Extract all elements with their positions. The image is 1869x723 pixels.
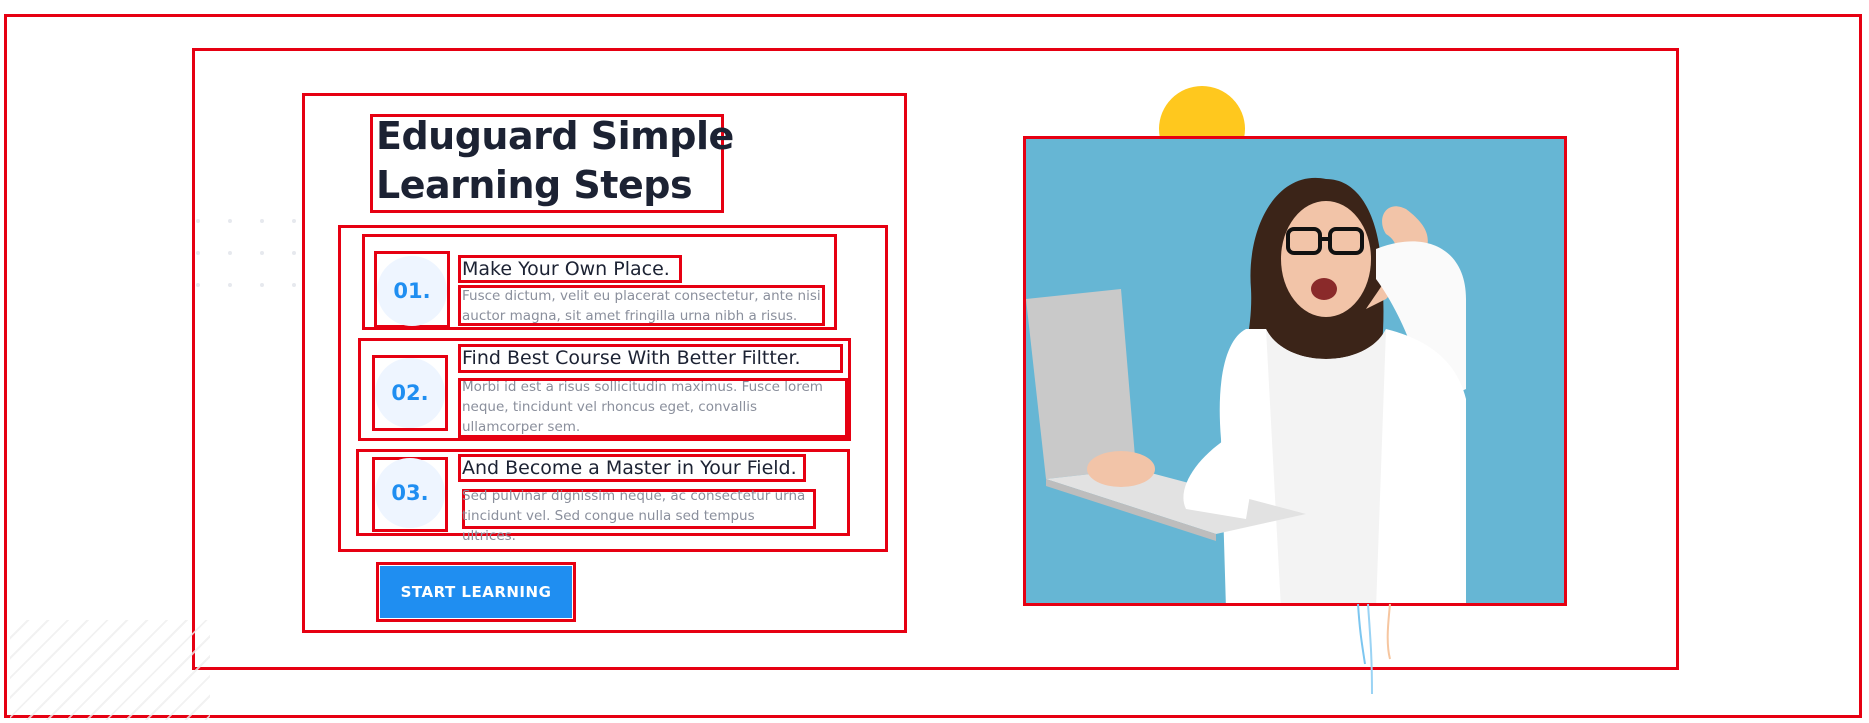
- step-number-3: 03.: [375, 458, 445, 528]
- step-title-3: And Become a Master in Your Field.: [462, 457, 797, 479]
- start-learning-button[interactable]: START LEARNING: [380, 566, 572, 618]
- step-desc-1: Fusce dictum, velit eu placerat consecte…: [462, 286, 822, 326]
- step-title-2: Find Best Course With Better Filtter.: [462, 347, 801, 369]
- title-line-1: Eduguard Simple: [376, 114, 734, 158]
- hero-photo: [1023, 136, 1567, 606]
- page-title: Eduguard Simple Learning Steps: [376, 112, 736, 210]
- diagonal-stripes-decoration: [10, 620, 210, 720]
- step-desc-3-line-1: Sed pulvinar dignissim neque, ac consect…: [462, 488, 806, 504]
- step-number-1: 01.: [377, 256, 447, 326]
- step-desc-2-line-3: ullamcorper sem.: [462, 419, 581, 435]
- student-with-laptop-illustration: [1026, 177, 1466, 603]
- step-desc-1-line-2: auctor magna, sit amet fringilla urna ni…: [462, 308, 798, 324]
- step-desc-1-line-1: Fusce dictum, velit eu placerat consecte…: [462, 288, 821, 304]
- dot-grid-decoration: [196, 219, 306, 299]
- decorative-lines: [1357, 604, 1391, 694]
- step-title-1: Make Your Own Place.: [462, 258, 670, 280]
- step-number-2: 02.: [375, 358, 445, 428]
- step-desc-2-line-2: neque, tincidunt vel rhoncus eget, conva…: [462, 399, 758, 415]
- step-desc-3-line-2: tincidunt vel. Sed congue nulla sed temp…: [462, 508, 755, 544]
- step-desc-3: Sed pulvinar dignissim neque, ac consect…: [462, 486, 812, 546]
- title-line-2: Learning Steps: [376, 163, 693, 207]
- step-desc-2: Morbi id est a risus sollicitudin maximu…: [462, 377, 842, 437]
- step-desc-2-line-1: Morbi id est a risus sollicitudin maximu…: [462, 379, 823, 395]
